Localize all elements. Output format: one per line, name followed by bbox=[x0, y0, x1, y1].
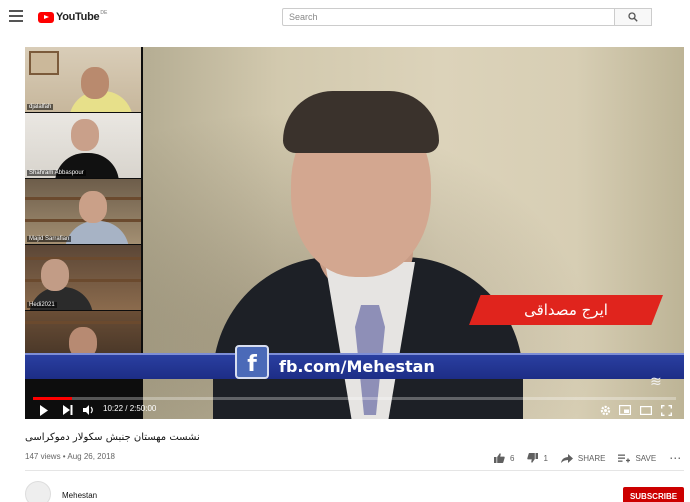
facebook-like-icon: f bbox=[235, 345, 269, 379]
search-icon bbox=[628, 12, 638, 22]
participant-name: djalalfah bbox=[27, 104, 54, 110]
participant-tile: djalalfah bbox=[25, 47, 141, 112]
video-player[interactable]: djalalfah Shahram Abbaspour Majid Sarraf… bbox=[25, 47, 684, 419]
youtube-play-mark bbox=[38, 11, 54, 23]
channel-watermark: ≋ bbox=[650, 373, 662, 389]
time-display: 10:22 / 2:50:00 bbox=[103, 404, 157, 413]
participant-name: Shahram Abbaspour bbox=[27, 170, 86, 176]
speaker-name-banner: ایرج مصداقی bbox=[469, 295, 663, 325]
search-input[interactable] bbox=[282, 8, 615, 26]
like-count: 6 bbox=[510, 453, 515, 463]
masthead: YouTube DE bbox=[0, 0, 690, 34]
volume-button[interactable] bbox=[83, 404, 95, 416]
subscribe-button[interactable]: SUBSCRIBE bbox=[623, 487, 684, 502]
dislike-count: 1 bbox=[543, 453, 548, 463]
more-actions-button[interactable]: ⋯ bbox=[669, 451, 681, 465]
settings-icon bbox=[600, 405, 611, 415]
fullscreen-icon bbox=[661, 404, 672, 416]
participant-name: Hedi2021 bbox=[27, 302, 57, 308]
next-icon bbox=[63, 405, 73, 415]
divider bbox=[25, 470, 684, 471]
menu-icon[interactable] bbox=[9, 10, 23, 22]
save-icon bbox=[618, 454, 631, 462]
fullscreen-button[interactable] bbox=[661, 404, 672, 416]
progress-bar[interactable] bbox=[33, 397, 676, 400]
search-box bbox=[282, 8, 652, 26]
save-button[interactable]: SAVE bbox=[618, 454, 656, 463]
miniplayer-button[interactable] bbox=[619, 404, 631, 416]
video-title: نشست مهستان جنبش سکولار دموکراسی bbox=[25, 432, 200, 443]
thumbs-up-icon bbox=[494, 453, 505, 463]
share-button[interactable]: SHARE bbox=[560, 453, 606, 463]
channel-avatar[interactable] bbox=[25, 481, 51, 502]
more-icon: ⋯ bbox=[669, 451, 682, 465]
social-banner-text: fb.com/Mehestan bbox=[279, 357, 435, 376]
miniplayer-icon bbox=[619, 405, 631, 415]
play-button[interactable] bbox=[39, 404, 49, 416]
theater-button[interactable] bbox=[640, 404, 652, 416]
logo-text: YouTube bbox=[56, 11, 100, 23]
participant-tile: Majid Sarrafian bbox=[25, 179, 141, 244]
thumbs-down-icon bbox=[527, 453, 539, 463]
search-button[interactable] bbox=[615, 8, 652, 26]
save-label: SAVE bbox=[635, 453, 657, 463]
participant-tile: Shahram Abbaspour bbox=[25, 113, 141, 178]
play-icon bbox=[40, 404, 48, 416]
video-meta: 147 views • Aug 26, 2018 bbox=[25, 452, 115, 461]
channel-name[interactable]: Mehestan bbox=[62, 491, 97, 500]
next-button[interactable] bbox=[63, 404, 73, 416]
youtube-logo-icon[interactable]: YouTube DE bbox=[38, 10, 107, 24]
participant-tile: Hedi2021 bbox=[25, 245, 141, 310]
player-controls: 10:22 / 2:50:00 bbox=[25, 397, 684, 419]
volume-icon bbox=[83, 405, 93, 415]
video-actions: 6 1 SHARE SAVE ⋯ bbox=[494, 451, 690, 465]
share-label: SHARE bbox=[577, 453, 606, 463]
settings-button[interactable] bbox=[600, 404, 611, 416]
like-button[interactable]: 6 bbox=[494, 453, 514, 463]
share-icon bbox=[560, 453, 573, 463]
progress-fill bbox=[33, 397, 73, 400]
theater-icon bbox=[640, 405, 652, 415]
dislike-button[interactable]: 1 bbox=[527, 453, 548, 463]
participant-name: Majid Sarrafian bbox=[27, 236, 72, 242]
logo-country-code: DE bbox=[100, 10, 108, 16]
